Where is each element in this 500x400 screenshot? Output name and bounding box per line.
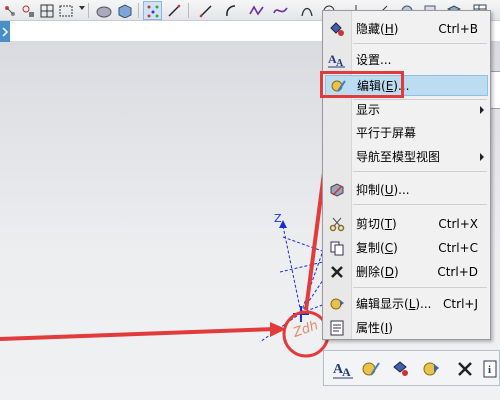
collapse-arrow-icon[interactable] [0, 21, 10, 42]
point-set-icon[interactable] [143, 1, 162, 20]
edit-icon[interactable] [358, 357, 384, 381]
menu-separator [353, 287, 487, 288]
submenu-arrow-icon [480, 152, 484, 161]
grid-icon[interactable] [37, 1, 56, 20]
rectangle-select-icon[interactable] [56, 1, 75, 20]
menu-item-delete[interactable]: 删除(D) Ctrl+D [325, 261, 488, 282]
menu-item-label: 平行于屏幕 [356, 126, 417, 140]
svg-text:A: A [342, 365, 351, 379]
polyline-icon[interactable] [247, 1, 266, 20]
vertex-select-icon[interactable] [18, 1, 37, 20]
properties-icon [328, 319, 346, 337]
menu-item-label: 复制(C) [356, 241, 398, 255]
menu-item-label: 显示 [356, 103, 381, 117]
context-toolbar: AA i [323, 350, 500, 386]
menu-item-properties[interactable]: 属性(I) [325, 317, 488, 338]
hide-icon[interactable] [388, 357, 414, 381]
svg-text:i: i [488, 364, 491, 376]
menu-item-label: 删除(D) [356, 265, 399, 279]
menu-item-parallel-to-screen[interactable]: 平行于屏幕 [325, 122, 488, 143]
text-style-icon[interactable]: AA [330, 357, 356, 381]
annotation-arrow-left [0, 327, 277, 341]
shaded-view-icon[interactable] [94, 1, 113, 20]
axis-line [282, 236, 326, 253]
menu-item-shortcut: Ctrl+B [438, 21, 478, 36]
spline-icon[interactable] [271, 1, 290, 20]
menu-item-hide[interactable]: 隐藏(H) Ctrl+B [325, 18, 488, 39]
menu-item-shortcut: Ctrl+J [443, 296, 478, 311]
menu-item-shortcut: Ctrl+X [438, 216, 478, 231]
snap-point-icon[interactable] [0, 1, 19, 20]
menu-item-shortcut: Ctrl+D [437, 264, 478, 279]
toolbar-separator [188, 3, 189, 18]
delete-icon[interactable] [452, 357, 478, 381]
toolbar-separator [138, 3, 139, 18]
menu-item-label: 属性(I) [356, 321, 393, 335]
menu-separator [353, 204, 487, 205]
menu-item-shortcut: Ctrl+C [438, 240, 478, 255]
line-segment-icon[interactable] [196, 1, 215, 20]
menu-item-suppress[interactable]: 抑制(U)... [325, 179, 488, 200]
menu-item-label: 抑制(U)... [356, 183, 410, 197]
menu-item-label: 编辑显示(L)... [356, 297, 432, 311]
solid-cube-icon[interactable] [115, 1, 134, 20]
submenu-arrow-icon [480, 105, 484, 114]
edit-display-icon [328, 295, 346, 313]
text-style-icon: AA [328, 51, 346, 69]
chevron-down-icon[interactable] [79, 6, 85, 10]
menu-item-label: 剪切(T) [356, 217, 397, 231]
copy-icon [328, 239, 346, 257]
context-menu: 隐藏(H) Ctrl+B AA 设置... 编辑(E)... 显示 平行于屏幕 … [322, 10, 491, 340]
menu-item-edit-display[interactable]: 编辑显示(L)... Ctrl+J [325, 293, 488, 314]
menu-item-navigate-model-view[interactable]: 导航至模型视图 [325, 146, 488, 167]
menu-item-copy[interactable]: 复制(C) Ctrl+C [325, 237, 488, 258]
edit-display-icon[interactable] [418, 357, 444, 381]
menu-item-label: 导航至模型视图 [356, 150, 441, 164]
line-icon[interactable] [164, 1, 183, 20]
menu-separator [353, 171, 487, 172]
menu-item-label: 设置... [356, 53, 392, 67]
axis-line [279, 261, 324, 273]
menu-item-display[interactable]: 显示 [325, 99, 488, 120]
menu-separator [353, 43, 487, 44]
axis-z-label: Z [274, 212, 282, 225]
scissors-icon [328, 215, 346, 233]
toolbar-separator [88, 3, 89, 18]
annotation-highlight-box [320, 71, 404, 98]
arc-icon[interactable] [221, 1, 240, 20]
delete-icon [328, 263, 346, 281]
menu-item-cut[interactable]: 剪切(T) Ctrl+X [325, 213, 488, 234]
suppress-icon [328, 181, 346, 199]
menu-item-settings[interactable]: AA 设置... [325, 49, 488, 70]
hide-icon [328, 20, 346, 38]
info-icon[interactable]: i [480, 357, 500, 381]
curve-icon[interactable] [297, 1, 316, 20]
menu-item-label: 隐藏(H) [356, 22, 399, 36]
